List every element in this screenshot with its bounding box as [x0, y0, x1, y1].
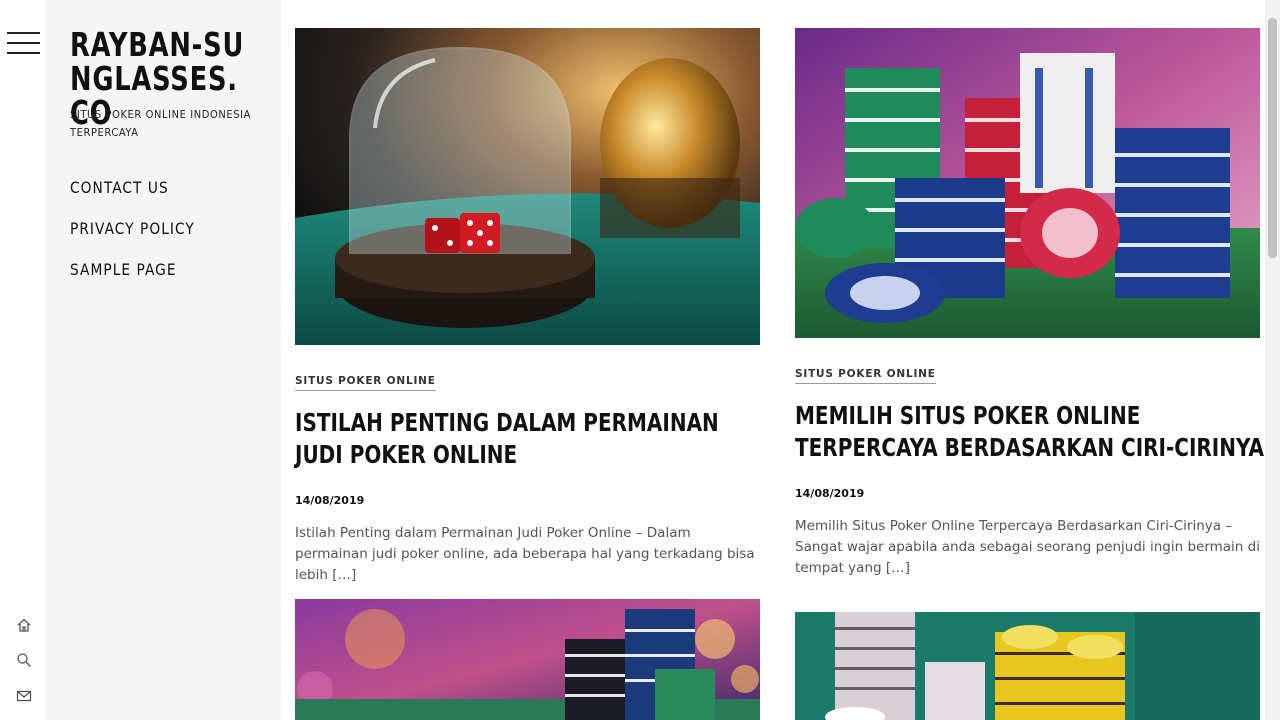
- post-title[interactable]: ISTILAH PENTING DALAM PERMAINAN JUDI POK…: [295, 407, 767, 471]
- poker-chips-table-photo[interactable]: [795, 612, 1260, 720]
- menu-item-privacy-policy[interactable]: PRIVACY POLICY: [70, 219, 195, 238]
- post-card: SITUS POKER ONLINE MEMILIH SITUS POKER O…: [795, 28, 1264, 579]
- post-date[interactable]: 14/08/2019: [795, 487, 1260, 500]
- mail-icon[interactable]: [14, 686, 34, 706]
- sidebar: RAYBAN-SUNGLASSES.CO SITUS POKER ONLINE …: [47, 0, 281, 720]
- casino-dice-dome-photo[interactable]: [295, 28, 760, 345]
- home-icon[interactable]: [14, 615, 34, 635]
- icon-rail: [0, 0, 47, 720]
- menu-item: PRIVACY POLICY: [70, 219, 215, 260]
- post-date[interactable]: 14/08/2019: [295, 494, 760, 507]
- site-tagline: SITUS POKER ONLINE INDONESIA TERPERCAYA: [70, 108, 251, 139]
- post-category[interactable]: SITUS POKER ONLINE: [295, 375, 436, 391]
- page-scrollbar[interactable]: [1265, 0, 1280, 720]
- search-icon[interactable]: [14, 650, 34, 670]
- post-category[interactable]: SITUS POKER ONLINE: [795, 368, 936, 384]
- primary-menu: CONTACT US PRIVACY POLICY SAMPLE PAGE: [70, 178, 215, 301]
- menu-item: SAMPLE PAGE: [70, 260, 215, 301]
- post-title[interactable]: MEMILIH SITUS POKER ONLINE TERPERCAYA BE…: [795, 400, 1267, 464]
- post-excerpt: Istilah Penting dalam Permainan Judi Pok…: [295, 525, 755, 583]
- post-card: [795, 612, 1260, 720]
- menu-icon-line: [7, 32, 40, 34]
- scrollbar-thumb[interactable]: [1268, 18, 1277, 258]
- menu-item-sample-page[interactable]: SAMPLE PAGE: [70, 260, 177, 279]
- post-card: [295, 599, 760, 720]
- menu-item-contact-us[interactable]: CONTACT US: [70, 178, 169, 197]
- post-excerpt: Memilih Situs Poker Online Terpercaya Be…: [795, 518, 1260, 576]
- menu-item: CONTACT US: [70, 178, 215, 219]
- menu-icon-line: [7, 42, 40, 44]
- casino-chips-bokeh-photo[interactable]: [295, 599, 760, 720]
- post-card: SITUS POKER ONLINE ISTILAH PENTING DALAM…: [295, 28, 760, 586]
- menu-icon-line: [7, 52, 40, 54]
- poker-chip-stacks-photo[interactable]: [795, 28, 1260, 338]
- menu-icon[interactable]: [7, 32, 40, 54]
